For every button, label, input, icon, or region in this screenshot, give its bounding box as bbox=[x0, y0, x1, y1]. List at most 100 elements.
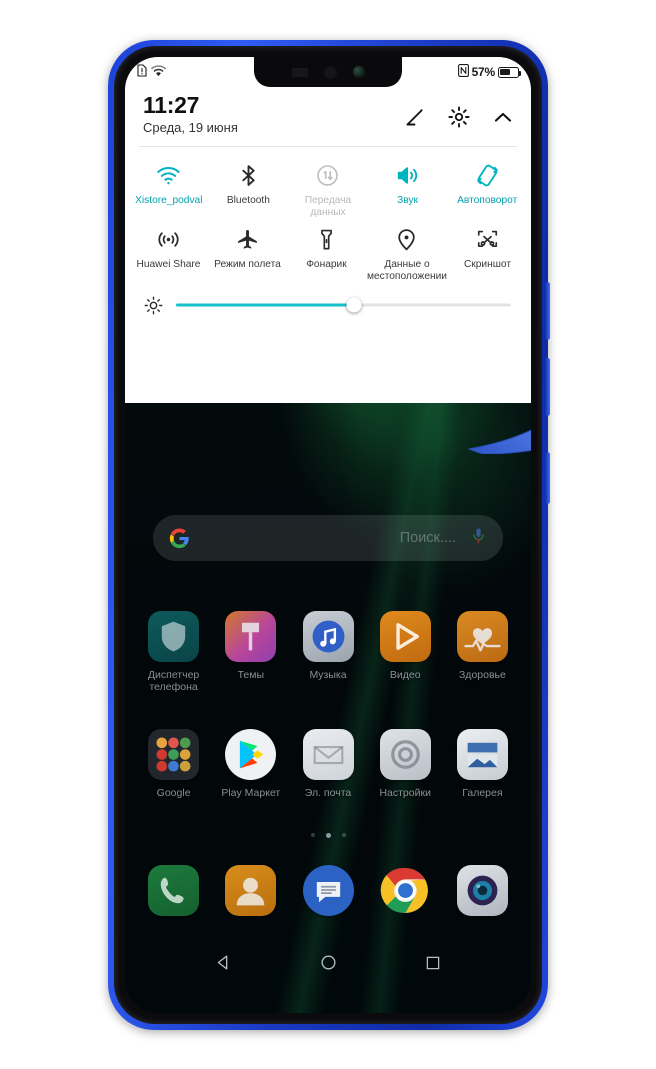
navigation-bar bbox=[125, 943, 531, 987]
settings-icon bbox=[379, 729, 431, 780]
front-camera-icon bbox=[352, 66, 365, 78]
flashlight-icon bbox=[288, 225, 365, 255]
panel-clock: 11:27 bbox=[143, 92, 200, 118]
brightness-icon bbox=[143, 295, 164, 316]
app-row-2: Google Play Маркет Эл. почта Настройки Г… bbox=[135, 729, 521, 799]
toggle-flashlight[interactable]: Фонарик bbox=[287, 221, 366, 285]
app-themes[interactable]: Темы bbox=[212, 611, 289, 693]
toggle-bluetooth[interactable]: Bluetooth bbox=[209, 157, 289, 221]
app-phone-manager[interactable]: Диспетчер телефона bbox=[135, 611, 212, 693]
phone-bezel: 57% 11:27 Среда, 19 июня Xistore_podval … bbox=[114, 46, 542, 1024]
toggle-label: Передача данных bbox=[304, 194, 352, 218]
chevron-up-icon[interactable] bbox=[491, 105, 515, 129]
music-icon bbox=[302, 611, 354, 662]
app-camera[interactable] bbox=[444, 865, 521, 923]
wifi-icon bbox=[130, 161, 208, 191]
toggle-sound[interactable]: Звук bbox=[368, 157, 448, 221]
recents-button[interactable] bbox=[424, 954, 442, 977]
app-label: Галерея bbox=[462, 787, 503, 799]
toggle-wifi[interactable]: Xistore_podval bbox=[129, 157, 209, 221]
app-gallery[interactable]: Галерея bbox=[444, 729, 521, 799]
app-play-store[interactable]: Play Маркет bbox=[212, 729, 289, 799]
app-phone[interactable] bbox=[135, 865, 212, 923]
brightness-fill bbox=[176, 303, 354, 307]
play-store-icon bbox=[225, 729, 277, 780]
panel-header: 11:27 Среда, 19 июня bbox=[125, 87, 531, 135]
toggle-mobile-data[interactable]: Передача данных bbox=[288, 157, 368, 221]
app-messages[interactable] bbox=[289, 865, 366, 923]
toggle-label: Bluetooth bbox=[226, 194, 270, 206]
app-contacts[interactable] bbox=[212, 865, 289, 923]
themes-icon bbox=[225, 611, 277, 662]
phone-device: 57% 11:27 Среда, 19 июня Xistore_podval … bbox=[108, 40, 550, 1030]
toggle-huawei-share[interactable]: Huawei Share bbox=[129, 221, 208, 285]
phone-screen: 57% 11:27 Среда, 19 июня Xistore_podval … bbox=[125, 57, 531, 1013]
app-label: Play Маркет bbox=[221, 787, 281, 799]
toggle-label: Автоповорот bbox=[457, 194, 518, 206]
quick-toggle-row-2: Huawei Share Режим полета Фонарик Данные… bbox=[129, 221, 527, 285]
app-label: Музыка bbox=[309, 669, 347, 681]
contacts-icon bbox=[225, 865, 277, 916]
volume-down-button[interactable] bbox=[545, 358, 550, 416]
health-icon bbox=[456, 611, 508, 662]
notch bbox=[254, 57, 402, 87]
page-indicator bbox=[125, 833, 531, 838]
sound-icon bbox=[369, 161, 447, 191]
brightness-row bbox=[125, 287, 531, 316]
app-google-folder[interactable]: Google bbox=[135, 729, 212, 799]
app-settings[interactable]: Настройки bbox=[367, 729, 444, 799]
auto-rotate-icon bbox=[448, 161, 526, 191]
toggle-auto-rotate[interactable]: Автоповорот bbox=[447, 157, 527, 221]
app-label: Видео bbox=[389, 669, 421, 681]
volume-up-button[interactable] bbox=[545, 282, 550, 340]
app-email[interactable]: Эл. почта bbox=[289, 729, 366, 799]
app-video[interactable]: Видео bbox=[367, 611, 444, 693]
toggle-location[interactable]: Данные о местоположении bbox=[366, 221, 448, 285]
app-label: Настройки bbox=[379, 787, 431, 799]
toggle-label: Xistore_podval bbox=[135, 194, 203, 206]
power-button[interactable] bbox=[545, 452, 550, 504]
app-label: Здоровье bbox=[458, 669, 506, 681]
mic-icon[interactable] bbox=[470, 527, 487, 550]
email-icon bbox=[302, 729, 354, 780]
edit-icon[interactable] bbox=[403, 105, 427, 129]
app-label: Диспетчер телефона bbox=[147, 669, 200, 694]
search-placeholder: Поиск.... bbox=[399, 530, 456, 546]
home-button[interactable] bbox=[319, 953, 338, 977]
messages-icon bbox=[302, 865, 354, 916]
toggle-label: Скриншот bbox=[463, 258, 512, 270]
toggle-label: Режим полета bbox=[214, 258, 281, 270]
app-label: Эл. почта bbox=[304, 787, 352, 799]
toggle-airplane-mode[interactable]: Режим полета bbox=[208, 221, 287, 285]
app-label: Темы bbox=[237, 669, 265, 681]
mobile-data-icon bbox=[289, 161, 367, 191]
page-dot-active[interactable] bbox=[325, 833, 331, 838]
gear-icon[interactable] bbox=[447, 105, 471, 129]
google-folder-icon bbox=[148, 729, 200, 780]
toggle-label: Фонарик bbox=[306, 258, 347, 270]
battery-percent-label: 57% bbox=[471, 65, 496, 79]
brightness-slider[interactable] bbox=[176, 297, 511, 313]
back-button[interactable] bbox=[214, 953, 233, 977]
quick-toggle-row-1: Xistore_podval Bluetooth Передача данных… bbox=[129, 157, 527, 221]
proximity-sensor-icon bbox=[323, 65, 337, 79]
earpiece-speaker bbox=[291, 67, 308, 77]
google-g-icon bbox=[169, 527, 190, 549]
app-chrome[interactable] bbox=[367, 865, 444, 923]
toggle-label: Звук bbox=[397, 194, 419, 206]
clock-block: 11:27 Среда, 19 июня bbox=[143, 92, 403, 135]
google-search-bar[interactable]: Поиск.... bbox=[153, 515, 503, 561]
location-icon bbox=[367, 225, 447, 255]
app-health[interactable]: Здоровье bbox=[444, 611, 521, 693]
toggle-screenshot[interactable]: Скриншот bbox=[448, 221, 527, 285]
panel-actions bbox=[403, 93, 515, 129]
page-dot[interactable] bbox=[310, 833, 315, 837]
app-music[interactable]: Музыка bbox=[289, 611, 366, 693]
camera-icon bbox=[456, 865, 508, 916]
page-dot[interactable] bbox=[341, 833, 346, 837]
app-label: Google bbox=[156, 787, 191, 799]
brightness-thumb[interactable] bbox=[346, 297, 362, 313]
toggle-label: Данные о местоположении bbox=[366, 258, 447, 282]
quick-settings-panel: 57% 11:27 Среда, 19 июня Xistore_podval … bbox=[125, 57, 531, 403]
battery-fill bbox=[500, 68, 510, 76]
